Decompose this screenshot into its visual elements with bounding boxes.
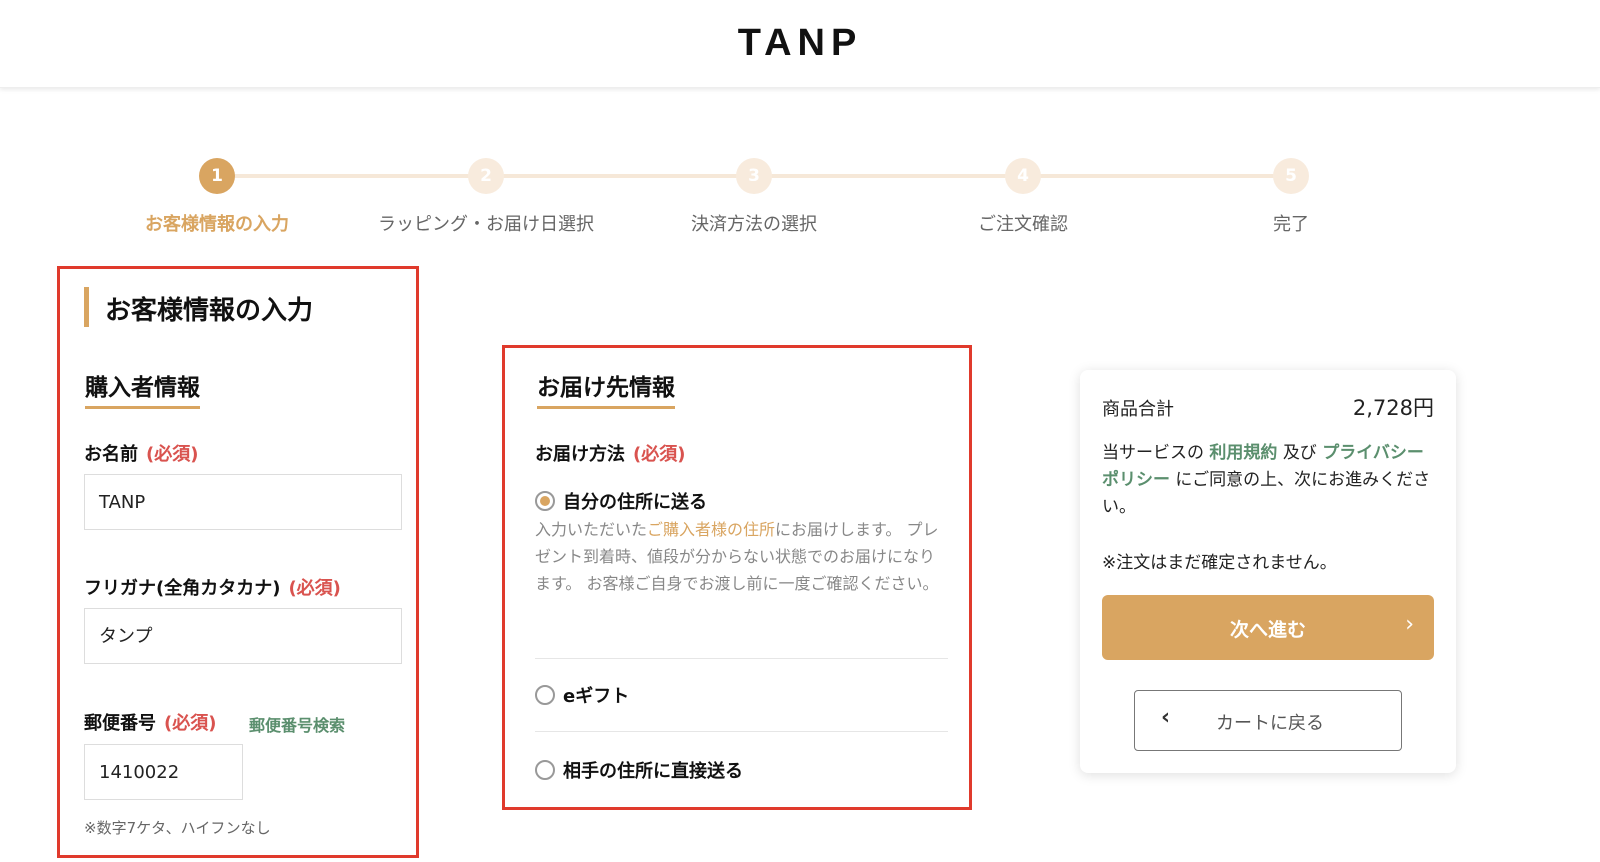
kana-input[interactable]: タンプ bbox=[84, 608, 402, 664]
agreement-text-2: 及び bbox=[1282, 443, 1317, 463]
required-badge: (必須) bbox=[146, 444, 199, 465]
divider bbox=[535, 658, 948, 659]
required-badge: (必須) bbox=[288, 578, 341, 599]
header: TANP bbox=[0, 0, 1600, 88]
total-label: 商品合計 bbox=[1102, 399, 1174, 420]
order-notice: ※注文はまだ確定されません。 bbox=[1102, 553, 1337, 573]
step-3-label: 決済方法の選択 bbox=[691, 214, 817, 235]
step-5-circle: 5 bbox=[1273, 158, 1309, 194]
delivery-info-title: お届け先情報 bbox=[537, 368, 675, 409]
zip-input[interactable]: 1410022 bbox=[84, 744, 243, 800]
section-accent-bar bbox=[84, 287, 89, 327]
step-2-circle: 2 bbox=[468, 158, 504, 194]
back-to-cart-button[interactable]: ‹ カートに戻る bbox=[1134, 690, 1402, 751]
chevron-right-icon: › bbox=[1405, 612, 1414, 637]
delivery-option-direct[interactable]: 相手の住所に直接送る bbox=[535, 757, 743, 783]
next-button-label: 次へ進む bbox=[1229, 619, 1306, 641]
kana-label: フリガナ(全角カタカナ) (必須) bbox=[84, 574, 341, 600]
step-1-label: お客様情報の入力 bbox=[145, 214, 289, 235]
description-highlight: ご購入者様の住所 bbox=[647, 520, 776, 539]
logo[interactable]: TANP bbox=[0, 22, 1600, 65]
required-badge: (必須) bbox=[164, 713, 217, 734]
step-1-circle: 1 bbox=[199, 158, 235, 194]
step-5-label: 完了 bbox=[1273, 214, 1309, 235]
terms-link[interactable]: 利用規約 bbox=[1209, 443, 1277, 463]
description-text: 入力いただいた bbox=[535, 520, 648, 539]
total-value: 2,728円 bbox=[1352, 396, 1434, 420]
radio-checked-icon[interactable] bbox=[535, 491, 555, 511]
delivery-option-label: 自分の住所に送る bbox=[563, 492, 707, 513]
kana-label-text: フリガナ(全角カタカナ) bbox=[84, 578, 281, 599]
section-title: お客様情報の入力 bbox=[105, 296, 314, 326]
radio-unchecked-icon[interactable] bbox=[535, 685, 555, 705]
delivery-description: 入力いただいたご購入者様の住所にお届けします。 プレゼント到着時、値段が分からな… bbox=[535, 516, 945, 597]
next-button[interactable]: 次へ進む › bbox=[1102, 595, 1434, 660]
agreement-text: 当サービスの 利用規約 及び プライバシーポリシー にご同意の上、次にお進みくだ… bbox=[1102, 440, 1437, 521]
buyer-info-title: 購入者情報 bbox=[85, 368, 200, 409]
required-badge: (必須) bbox=[633, 444, 686, 465]
delivery-option-egift[interactable]: eギフト bbox=[535, 682, 629, 708]
zip-label-text: 郵便番号 bbox=[84, 713, 156, 734]
name-label: お名前 (必須) bbox=[84, 440, 198, 466]
step-2-label: ラッピング・お届け日選択 bbox=[378, 214, 594, 235]
step-4-circle: 4 bbox=[1005, 158, 1041, 194]
delivery-method-label-text: お届け方法 bbox=[535, 444, 625, 465]
name-input[interactable]: TANP bbox=[84, 474, 402, 530]
delivery-option-label: 相手の住所に直接送る bbox=[563, 761, 743, 782]
divider bbox=[535, 731, 948, 732]
name-label-text: お名前 bbox=[84, 444, 138, 465]
zip-search-link[interactable]: 郵便番号検索 bbox=[249, 712, 345, 736]
delivery-option-self[interactable]: 自分の住所に送る bbox=[535, 488, 707, 514]
radio-unchecked-icon[interactable] bbox=[535, 760, 555, 780]
delivery-option-label: eギフト bbox=[563, 686, 630, 707]
agreement-text-1: 当サービスの bbox=[1102, 443, 1204, 463]
zip-label: 郵便番号 (必須) bbox=[84, 709, 216, 735]
step-4-label: ご注文確認 bbox=[978, 214, 1068, 235]
delivery-method-label: お届け方法 (必須) bbox=[535, 440, 685, 466]
back-button-label: カートに戻る bbox=[1216, 713, 1324, 734]
step-3-circle: 3 bbox=[736, 158, 772, 194]
zip-note: ※数字7ケタ、ハイフンなし bbox=[84, 819, 271, 837]
